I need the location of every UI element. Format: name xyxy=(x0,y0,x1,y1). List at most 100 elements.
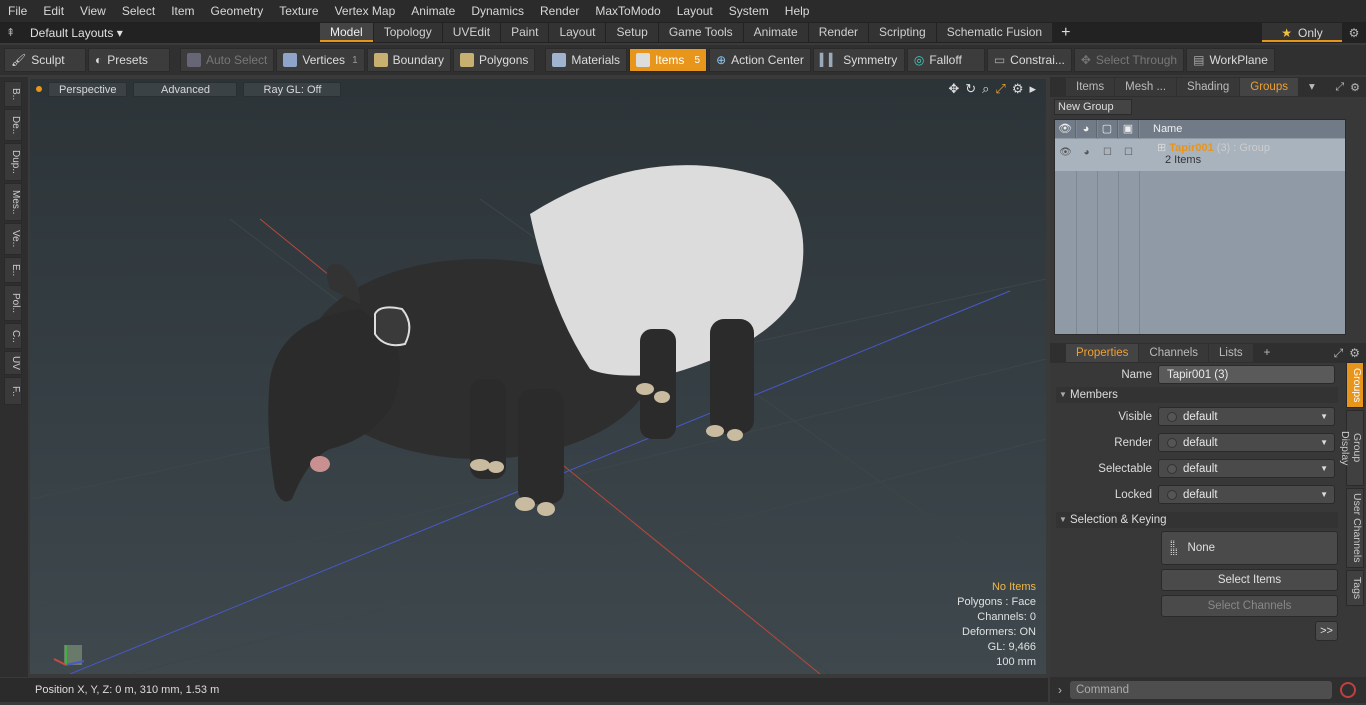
workplane-button[interactable]: ▤ WorkPlane xyxy=(1186,48,1275,72)
select-through-button[interactable]: ✥ Select Through xyxy=(1073,48,1185,72)
select-icon[interactable]: ▣ xyxy=(1118,120,1139,138)
tab-lists[interactable]: Lists xyxy=(1209,344,1253,362)
menu-texture[interactable]: Texture xyxy=(271,0,326,22)
materials-button[interactable]: Materials xyxy=(545,48,628,72)
viewport-expand-icon[interactable]: ▸ xyxy=(1029,81,1036,97)
vtab-group-display[interactable]: Group Display xyxy=(1339,410,1364,486)
view-mode-dropdown[interactable]: Perspective xyxy=(48,81,128,97)
tab-uvedit[interactable]: UVEdit xyxy=(442,23,501,42)
record-icon[interactable] xyxy=(1340,682,1356,698)
move-view-icon[interactable]: ✥ xyxy=(948,81,959,97)
selection-keying-section[interactable]: Selection & Keying xyxy=(1056,512,1338,528)
tab-model[interactable]: Model xyxy=(320,23,373,42)
chevron-right-icon[interactable]: › xyxy=(1050,683,1070,697)
tab-properties[interactable]: Properties xyxy=(1066,344,1139,362)
props-gear-icon[interactable]: ⚙ xyxy=(1349,346,1360,361)
panel-expand-icon[interactable]: ⤢ xyxy=(1335,81,1344,94)
menu-select[interactable]: Select xyxy=(114,0,163,22)
menu-file[interactable]: File xyxy=(0,0,35,22)
panel-gear-icon[interactable]: ⚙ xyxy=(1350,81,1360,94)
menu-vertex-map[interactable]: Vertex Map xyxy=(327,0,404,22)
falloff-button[interactable]: ◎ Falloff xyxy=(906,48,985,72)
tab-groups[interactable]: Groups xyxy=(1240,78,1298,96)
vertices-button[interactable]: Vertices 1 xyxy=(276,48,365,72)
tab-paint[interactable]: Paint xyxy=(501,23,549,42)
menu-geometry[interactable]: Geometry xyxy=(203,0,272,22)
tab-setup[interactable]: Setup xyxy=(606,23,658,42)
constraints-button[interactable]: ▭ Constrai... xyxy=(986,48,1072,72)
menu-dynamics[interactable]: Dynamics xyxy=(463,0,532,22)
menu-view[interactable]: View xyxy=(72,0,114,22)
polygons-button[interactable]: Polygons xyxy=(453,48,536,72)
left-tab-duplicate[interactable]: Dup.. xyxy=(4,143,22,181)
select-channels-button[interactable]: Select Channels xyxy=(1161,595,1338,617)
3d-viewport[interactable]: Perspective Advanced Ray GL: Off ✥ ↻ ⌕ ⤢… xyxy=(30,79,1046,674)
members-section[interactable]: Members xyxy=(1056,387,1338,403)
tapir-model[interactable] xyxy=(268,165,804,516)
selectable-dropdown[interactable]: default ▼ xyxy=(1158,459,1335,478)
sculpt-button[interactable]: 🖌 Sculpt xyxy=(4,48,86,72)
tab-scripting[interactable]: Scripting xyxy=(869,23,936,42)
left-tab-fusion[interactable]: F.. xyxy=(4,377,22,405)
name-column-header[interactable]: Name xyxy=(1139,123,1182,135)
menu-help[interactable]: Help xyxy=(777,0,818,22)
left-tab-polygon[interactable]: Pol.. xyxy=(4,285,22,321)
left-tab-deform[interactable]: De.. xyxy=(4,109,22,141)
vtab-groups[interactable]: Groups xyxy=(1346,362,1364,408)
panel-dropdown-icon[interactable]: ▾ xyxy=(1299,78,1325,96)
menu-item[interactable]: Item xyxy=(163,0,202,22)
selection-set-button[interactable]: ⁞⁞ ⁞⁞⁞ None xyxy=(1161,531,1338,565)
row-eye-icon[interactable]: 👁 xyxy=(1055,139,1076,171)
tab-channels[interactable]: Channels xyxy=(1139,344,1209,362)
name-field[interactable]: Tapir001 (3) xyxy=(1158,365,1335,384)
left-tab-curve[interactable]: C.. xyxy=(4,323,22,349)
row-render-icon[interactable]: ◕ xyxy=(1076,139,1097,171)
tab-layout[interactable]: Layout xyxy=(549,23,606,42)
tab-shading[interactable]: Shading xyxy=(1177,78,1240,96)
raygl-dropdown[interactable]: Ray GL: Off xyxy=(243,81,342,97)
only-button[interactable]: ★ Only xyxy=(1262,23,1342,42)
select-items-button[interactable]: Select Items xyxy=(1161,569,1338,591)
menu-system[interactable]: System xyxy=(721,0,777,22)
menu-maxtomodo[interactable]: MaxToModo xyxy=(587,0,668,22)
menu-render[interactable]: Render xyxy=(532,0,587,22)
tab-items[interactable]: Items xyxy=(1066,78,1115,96)
lock-icon[interactable]: ▢ xyxy=(1097,120,1118,138)
vtab-tags[interactable]: Tags xyxy=(1346,570,1364,606)
tab-animate[interactable]: Animate xyxy=(743,23,808,42)
presets-button[interactable]: ◐ Presets xyxy=(88,48,170,72)
menu-animate[interactable]: Animate xyxy=(403,0,463,22)
add-tab-icon[interactable]: + xyxy=(1254,344,1281,362)
symmetry-button[interactable]: ▍▍ Symmetry xyxy=(812,48,905,72)
left-tab-mesh[interactable]: Mes.. xyxy=(4,183,22,221)
props-expand-icon[interactable]: ⤢ xyxy=(1334,346,1344,361)
tab-render[interactable]: Render xyxy=(808,23,869,42)
menu-edit[interactable]: Edit xyxy=(35,0,72,22)
add-tab-button[interactable]: + xyxy=(1053,23,1078,42)
menu-layout[interactable]: Layout xyxy=(669,0,721,22)
action-center-button[interactable]: ⊕ Action Center xyxy=(709,48,811,72)
tab-mesh[interactable]: Mesh ... xyxy=(1115,78,1177,96)
row-select-icon[interactable]: ☐ xyxy=(1118,139,1139,171)
visible-dropdown[interactable]: default ▼ xyxy=(1158,407,1335,426)
zoom-view-icon[interactable]: ⌕ xyxy=(982,81,989,97)
row-lock-icon[interactable]: ☐ xyxy=(1097,139,1118,171)
vtab-user-channels[interactable]: User Channels xyxy=(1346,488,1364,568)
auto-select-button[interactable]: Auto Select xyxy=(180,48,275,72)
shading-dropdown[interactable]: Advanced xyxy=(133,81,238,97)
command-input[interactable]: Command xyxy=(1070,681,1332,699)
more-button[interactable]: >> xyxy=(1315,621,1338,641)
new-group-button[interactable]: New Group xyxy=(1054,99,1132,115)
boundary-button[interactable]: Boundary xyxy=(366,48,451,72)
group-row-tapir[interactable]: 👁 ◕ ☐ ☐ ⊞ Tapir001 (3) : Group 2 Items xyxy=(1055,139,1345,171)
gear-icon[interactable]: ⚙ xyxy=(1342,26,1366,40)
tab-game-tools[interactable]: Game Tools xyxy=(658,23,743,42)
tab-topology[interactable]: Topology xyxy=(373,23,442,42)
left-tab-basic[interactable]: B.. xyxy=(4,81,22,107)
items-button[interactable]: Items 5 xyxy=(629,48,708,72)
left-tab-uv[interactable]: UV xyxy=(4,351,22,375)
left-tab-edge[interactable]: E.. xyxy=(4,257,22,283)
maximize-view-icon[interactable]: ⤢ xyxy=(995,81,1005,97)
render-dropdown[interactable]: default ▼ xyxy=(1158,433,1335,452)
viewport-gear-icon[interactable]: ⚙ xyxy=(1012,81,1024,97)
